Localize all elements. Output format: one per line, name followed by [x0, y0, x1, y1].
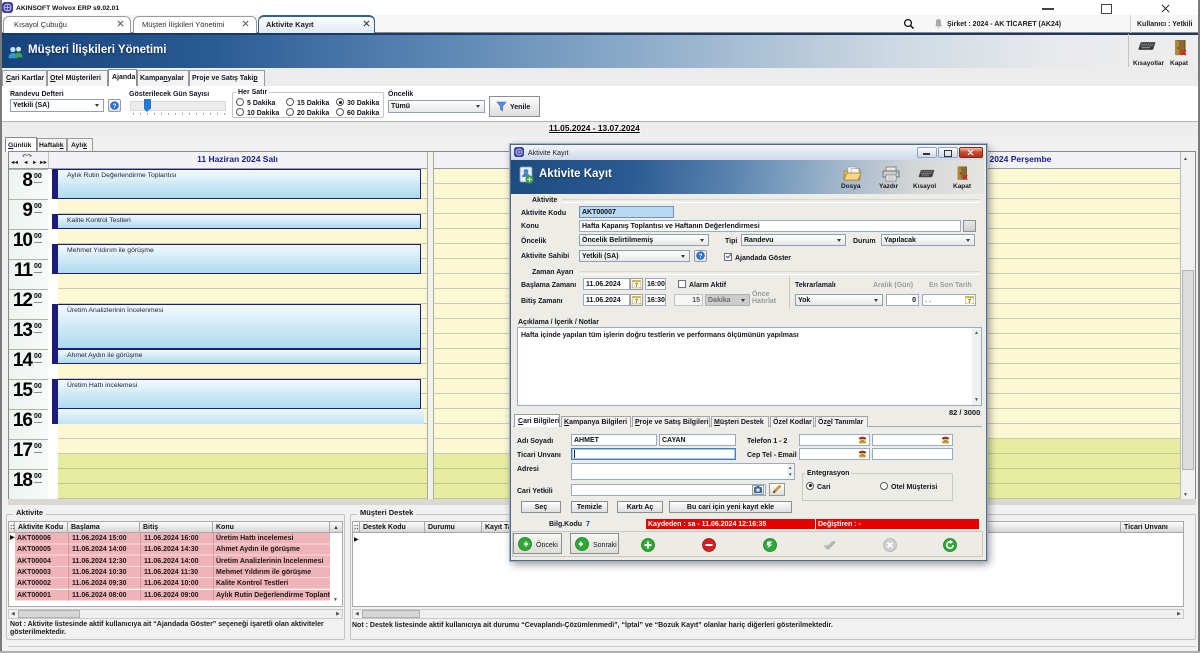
svg-text:?: ? [699, 253, 703, 260]
svg-text:7: 7 [635, 299, 638, 304]
svg-text:7: 7 [968, 299, 971, 304]
svg-text:?: ? [113, 103, 117, 110]
svg-text:7: 7 [635, 283, 638, 288]
